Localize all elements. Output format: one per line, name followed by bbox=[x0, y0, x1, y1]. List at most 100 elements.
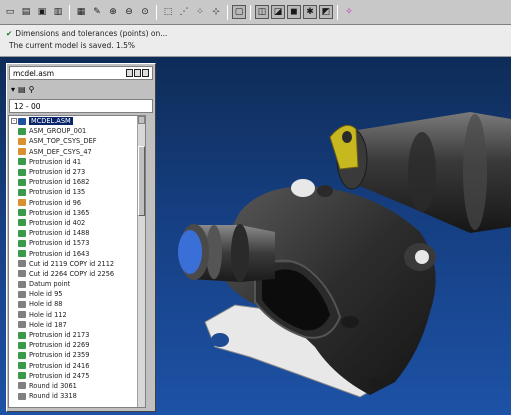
datum-point-icon[interactable]: ⁘ bbox=[193, 5, 207, 19]
model-tree-toolbar: ▾ ▤ ⚲ bbox=[9, 82, 153, 97]
model-tree-list[interactable]: - MCDEL.ASM ASM_GROUP_001 ASM_TOP_CSYS_DEF A… bbox=[8, 115, 146, 408]
tree-row[interactable]: Protrusion id 1365 bbox=[9, 208, 145, 218]
tree-row[interactable]: Round id 3318 bbox=[9, 391, 145, 401]
tree-row[interactable]: Cut id 2119 COPY id 2112 bbox=[9, 259, 145, 269]
scroll-thumb[interactable] bbox=[138, 146, 145, 216]
tree-row[interactable]: Cut id 2264 COPY id 2256 bbox=[9, 269, 145, 279]
message-area: ✔ Dimensions and tolerances (points) on..… bbox=[0, 25, 511, 57]
tree-row-label: Protrusion id 2475 bbox=[29, 371, 90, 380]
inlet-bore-face bbox=[178, 230, 202, 274]
tree-row-label: Hole id 187 bbox=[29, 320, 67, 329]
feature-icon bbox=[18, 290, 26, 298]
feature-icon bbox=[18, 168, 26, 176]
tree-row[interactable]: Protrusion id 1573 bbox=[9, 238, 145, 248]
feature-icon bbox=[18, 351, 26, 359]
tree-filter-value: 12 - 00 bbox=[14, 101, 41, 111]
no-hidden-icon[interactable]: ◪ bbox=[271, 5, 285, 19]
feature-icon bbox=[18, 362, 26, 370]
tree-row[interactable]: Hole id 187 bbox=[9, 320, 145, 330]
tree-filter-field[interactable]: 12 - 00 bbox=[9, 99, 153, 113]
feature-icon bbox=[18, 229, 26, 237]
tree-row-label: Protrusion id 2269 bbox=[29, 341, 90, 350]
tree-row-label: Protrusion id 96 bbox=[29, 198, 82, 207]
tree-show-icon[interactable]: ▤ bbox=[18, 85, 26, 94]
hidden-line-icon[interactable]: ◫ bbox=[255, 5, 269, 19]
message-text-1: Dimensions and tolerances (points) on... bbox=[15, 29, 168, 38]
toolbar-separator bbox=[69, 4, 70, 20]
tree-row[interactable]: Round id 3061 bbox=[9, 381, 145, 391]
message-line-1: ✔ Dimensions and tolerances (points) on..… bbox=[6, 28, 505, 40]
tree-row[interactable]: ASM_GROUP_001 bbox=[9, 126, 145, 136]
feature-icon bbox=[18, 300, 26, 308]
redraw-icon[interactable]: ✎ bbox=[90, 5, 104, 19]
maximize-icon[interactable] bbox=[134, 69, 141, 77]
save-icon[interactable]: ▣ bbox=[35, 5, 49, 19]
mounting-lug bbox=[329, 124, 359, 170]
tree-row-label: ASM_GROUP_001 bbox=[29, 127, 87, 136]
tree-row[interactable]: Protrusion id 96 bbox=[9, 198, 145, 208]
tree-row[interactable]: Protrusion id 2269 bbox=[9, 340, 145, 350]
toolbar-separator bbox=[227, 4, 228, 20]
new-file-icon[interactable]: ▭ bbox=[3, 5, 17, 19]
coordinate-system-icon[interactable]: ⊹ bbox=[209, 5, 223, 19]
feature-icon bbox=[18, 199, 26, 207]
shading-icon[interactable]: ◼ bbox=[287, 5, 301, 19]
tree-row[interactable]: Protrusion id 2475 bbox=[9, 371, 145, 381]
tree-row[interactable]: Protrusion id 135 bbox=[9, 187, 145, 197]
tree-row[interactable]: Hole id 88 bbox=[9, 299, 145, 309]
tree-row[interactable]: Protrusion id 273 bbox=[9, 167, 145, 177]
tree-settings-icon[interactable]: ▾ bbox=[11, 85, 15, 94]
tree-row[interactable]: Protrusion id 402 bbox=[9, 218, 145, 228]
datum-axis-icon[interactable]: ⋰ bbox=[177, 5, 191, 19]
tree-row-label: Protrusion id 1365 bbox=[29, 208, 90, 217]
refit-icon[interactable]: ⊙ bbox=[138, 5, 152, 19]
tree-row[interactable]: Protrusion id 2359 bbox=[9, 350, 145, 360]
tree-row[interactable]: - MCDEL.ASM bbox=[9, 116, 145, 126]
main-toolbar: ▭ ▤ ▣ ▥ ▦ ✎ ⊕ ⊖ ⊙ ⬚ ⋰ ⁘ ⊹ ▢ ◫ ◪ ◼ ✱ ◩ ✧ bbox=[0, 0, 511, 25]
tree-row-label: Protrusion id 135 bbox=[29, 188, 86, 197]
minimize-icon[interactable] bbox=[126, 69, 133, 77]
tree-filter-icon[interactable]: ⚲ bbox=[29, 85, 35, 94]
zoom-in-icon[interactable]: ⊕ bbox=[106, 5, 120, 19]
tree-row[interactable]: Protrusion id 1643 bbox=[9, 248, 145, 258]
feature-icon bbox=[18, 260, 26, 268]
feature-icon bbox=[18, 382, 26, 390]
window-icon[interactable]: ▦ bbox=[74, 5, 88, 19]
tree-row-label: MCDEL.ASM bbox=[29, 117, 73, 126]
close-icon[interactable] bbox=[142, 69, 149, 77]
model-tree-scrollbar[interactable] bbox=[137, 116, 145, 407]
feature-icon bbox=[18, 250, 26, 258]
feature-icon bbox=[18, 178, 26, 186]
model-tree-icon[interactable]: ◩ bbox=[319, 5, 333, 19]
expand-toggle-icon[interactable]: - bbox=[11, 118, 17, 125]
tree-row[interactable]: Datum point bbox=[9, 279, 145, 289]
tree-row-label: Round id 3061 bbox=[29, 381, 77, 390]
wireframe-icon[interactable]: ▢ bbox=[232, 5, 246, 19]
tree-row[interactable]: Hole id 95 bbox=[9, 289, 145, 299]
tree-row[interactable]: Protrusion id 41 bbox=[9, 157, 145, 167]
feature-icon bbox=[18, 137, 26, 145]
tree-row[interactable]: ASM_DEF_CSYS_47 bbox=[9, 147, 145, 157]
tree-row[interactable]: Protrusion id 2173 bbox=[9, 330, 145, 340]
tree-row-label: Protrusion id 273 bbox=[29, 168, 86, 177]
feature-icon bbox=[18, 117, 26, 125]
highlight-icon[interactable]: ✧ bbox=[342, 5, 356, 19]
tree-row[interactable]: Hole id 112 bbox=[9, 310, 145, 320]
flange-hole bbox=[211, 333, 229, 347]
message-text-2: The current model is saved. 1.5% bbox=[9, 41, 136, 50]
tree-row[interactable]: Protrusion id 2416 bbox=[9, 361, 145, 371]
datum-plane-icon[interactable]: ⬚ bbox=[161, 5, 175, 19]
scroll-up-icon[interactable] bbox=[138, 116, 145, 124]
tree-row-label: Hole id 95 bbox=[29, 290, 63, 299]
open-file-icon[interactable]: ▤ bbox=[19, 5, 33, 19]
print-icon[interactable]: ▥ bbox=[51, 5, 65, 19]
tree-row-label: Protrusion id 1643 bbox=[29, 249, 90, 258]
tree-row[interactable]: ASM_TOP_CSYS_DEF bbox=[9, 136, 145, 146]
tree-row[interactable]: Protrusion id 1682 bbox=[9, 177, 145, 187]
tree-row-label: Protrusion id 2416 bbox=[29, 361, 90, 370]
feature-icon bbox=[18, 158, 26, 166]
zoom-out-icon[interactable]: ⊖ bbox=[122, 5, 136, 19]
spin-center-icon[interactable]: ✱ bbox=[303, 5, 317, 19]
tree-row[interactable]: Protrusion id 1488 bbox=[9, 228, 145, 238]
tree-row-label: Protrusion id 2359 bbox=[29, 351, 90, 360]
